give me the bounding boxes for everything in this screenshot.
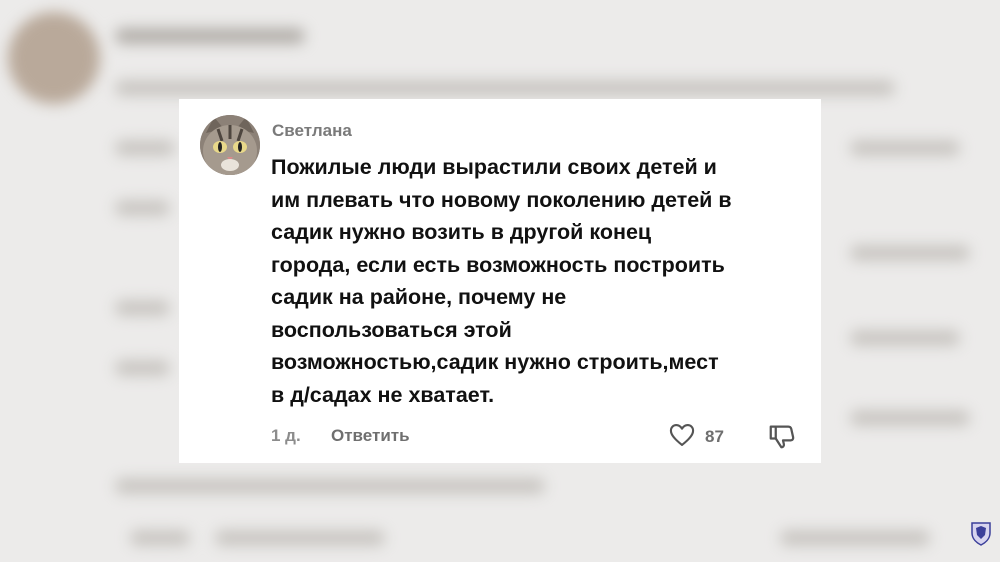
blurred-text: [115, 300, 170, 316]
blurred-avatar: [8, 12, 100, 104]
corner-logo-icon: [971, 522, 991, 546]
blurred-text: [130, 530, 190, 546]
comment-line: садик нужно возить в другой конец: [271, 220, 652, 244]
comment-card: Светлана Пожилые люди вырастили своих де…: [179, 99, 821, 463]
blurred-text: [115, 80, 895, 96]
blurred-text: [850, 410, 970, 426]
comment-timestamp: 1 д.: [271, 426, 301, 445]
blurred-text: [115, 360, 170, 376]
comment-line: садик на районе, почему не: [271, 285, 567, 309]
blurred-text: [115, 28, 305, 44]
comment-line: возможностью,садик нужно строить,мест: [271, 350, 719, 374]
comment-line: в д/садах не хватает.: [271, 382, 495, 407]
blurred-text: [115, 140, 175, 156]
blurred-text: [115, 200, 170, 216]
cat-avatar[interactable]: [200, 115, 260, 175]
comment-line: воспользоваться этой: [271, 317, 512, 342]
cat-avatar-icon: [200, 115, 260, 175]
comment-body: Пожилые люди вырастили своих детей и им …: [271, 151, 811, 411]
thumbs-down-icon[interactable]: [767, 421, 797, 451]
comment-line: Пожилые люди вырастили своих детей и: [271, 155, 717, 179]
comment-author[interactable]: Светлана: [272, 121, 352, 141]
blurred-text: [850, 140, 960, 156]
reply-button[interactable]: Ответить: [331, 426, 410, 446]
blurred-text: [850, 245, 970, 261]
comment-line: им плевать что новому поколению детей в: [271, 187, 732, 212]
blurred-text: [115, 478, 545, 494]
like-count: 87: [705, 427, 724, 446]
comment-line: города, если есть возможность построить: [271, 252, 725, 277]
heart-icon[interactable]: [668, 421, 696, 449]
blurred-text: [780, 530, 930, 546]
blurred-text: [215, 530, 385, 546]
blurred-text: [850, 330, 960, 346]
